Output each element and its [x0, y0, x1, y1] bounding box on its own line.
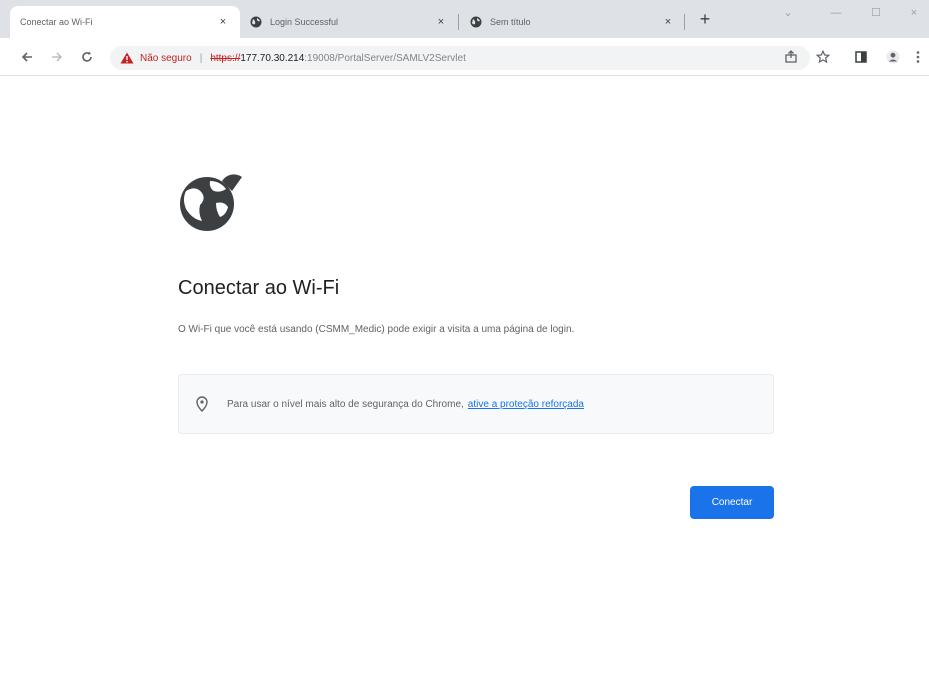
close-window-button[interactable]: ×	[900, 4, 928, 22]
reload-button[interactable]	[78, 48, 96, 66]
browser-toolbar: Não seguro | https:// 177.70.30.214 :190…	[0, 38, 929, 76]
share-icon[interactable]	[782, 48, 800, 66]
location-pin-icon	[196, 396, 208, 412]
bookmark-star-icon[interactable]	[814, 48, 832, 66]
chevron-down-icon[interactable]: ⌄	[774, 4, 802, 22]
arrow-right-icon	[52, 52, 63, 62]
restore-button[interactable]: ☐	[862, 4, 890, 22]
reload-icon	[82, 51, 92, 62]
browser-window: Conectar ao Wi-Fi × Login Successful × S…	[0, 0, 929, 676]
security-info-box: Para usar o nível mais alto de segurança…	[178, 374, 774, 434]
enhanced-protection-link[interactable]: ative a proteção reforçada	[468, 399, 584, 410]
tab-close-icon[interactable]: ×	[661, 16, 675, 28]
page-title: Conectar ao Wi-Fi	[178, 277, 340, 299]
side-panel-icon[interactable]	[852, 48, 870, 66]
globe-icon	[470, 16, 482, 28]
new-tab-button[interactable]: +	[694, 8, 716, 30]
url-path: :19008/PortalServer/SAMLV2Servlet	[304, 52, 466, 64]
profile-avatar-icon[interactable]	[884, 48, 902, 66]
tab-label: Sem título	[490, 17, 531, 27]
page-description: O Wi-Fi que você está usando (CSMM_Medic…	[178, 324, 575, 335]
tab-close-icon[interactable]: ×	[434, 16, 448, 28]
not-secure-label[interactable]: Não seguro	[140, 53, 192, 64]
tab-separator	[458, 14, 459, 30]
globe-wifi-icon	[180, 174, 242, 231]
tab-close-icon[interactable]: ×	[216, 16, 230, 28]
address-bar[interactable]: Não seguro | https:// 177.70.30.214 :190…	[110, 46, 810, 70]
tab-login-successful[interactable]: Login Successful ×	[240, 6, 458, 38]
menu-dots-icon[interactable]	[912, 48, 924, 66]
url-host: 177.70.30.214	[240, 52, 305, 64]
tab-sem-titulo[interactable]: Sem título ×	[460, 6, 685, 38]
connect-button[interactable]: Conectar	[690, 486, 774, 519]
tab-separator	[684, 14, 685, 30]
url-scheme: https://	[210, 52, 241, 64]
forward-button[interactable]	[48, 48, 66, 66]
info-text: Para usar o nível mais alto de segurança…	[227, 398, 464, 410]
minimize-button[interactable]: —	[822, 4, 850, 22]
omnibox-separator: |	[199, 52, 203, 64]
tab-conectar-wifi[interactable]: Conectar ao Wi-Fi ×	[10, 6, 240, 38]
tab-strip: Conectar ao Wi-Fi × Login Successful × S…	[0, 0, 929, 38]
arrow-left-icon	[21, 52, 32, 62]
globe-icon	[250, 16, 262, 28]
page-content: Conectar ao Wi-Fi O Wi-Fi que você está …	[0, 77, 929, 676]
tab-label: Login Successful	[270, 17, 339, 27]
tab-label: Conectar ao Wi-Fi	[20, 17, 93, 27]
warning-triangle-icon	[120, 52, 134, 64]
back-button[interactable]	[18, 48, 36, 66]
